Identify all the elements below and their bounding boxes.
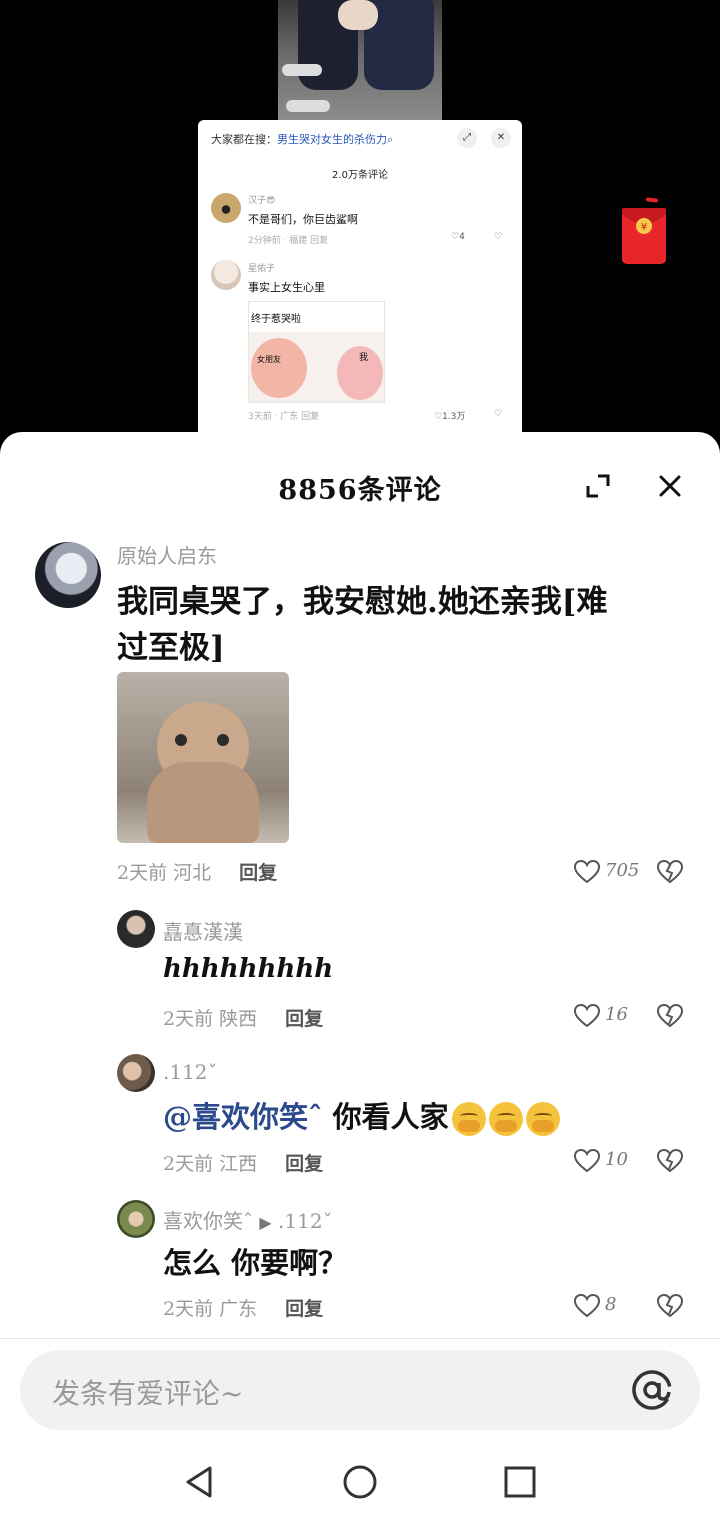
comment-meta: 2天前 江西 回复: [163, 1153, 324, 1175]
heart-icon[interactable]: [574, 1294, 600, 1318]
comment-username[interactable]: 喜欢你笑ˆ ▶ .112ˇ: [163, 1205, 333, 1234]
avatar[interactable]: [117, 1200, 155, 1238]
avatar[interactable]: [35, 542, 101, 608]
comment-meta: 2天前 广东 回复: [163, 1298, 324, 1320]
emoji-icon: [488, 1102, 523, 1136]
sticker-image[interactable]: 终于惹哭啦 女朋友 我: [248, 301, 385, 403]
emoji-icon: [451, 1102, 486, 1136]
reply-button[interactable]: 回复: [285, 1298, 323, 1320]
avatar[interactable]: [211, 260, 241, 290]
comment-meta: 2天前 河北 回复: [117, 862, 278, 884]
mini-expand-icon[interactable]: ⤢: [457, 128, 477, 148]
avatar[interactable]: [117, 910, 155, 948]
comment-text: @喜欢你笑ˆ 你看人家: [163, 1094, 560, 1136]
comment-text: 过至极]: [117, 630, 225, 666]
like-count: 10: [605, 1149, 628, 1170]
emoji-icon: [525, 1102, 560, 1136]
divider: [0, 1338, 720, 1339]
sticker-label-left: 女朋友: [257, 355, 281, 364]
mini-like-button[interactable]: ♡1.3万: [434, 409, 465, 422]
comment-username[interactable]: .112ˇ: [163, 1060, 218, 1084]
reply-button[interactable]: 回复: [285, 1008, 323, 1030]
mini-comment-text: 不是哥们，你巨齿鲨啊: [248, 213, 358, 226]
heart-icon: ♡: [434, 412, 443, 422]
embedded-comment-card[interactable]: 大家都在搜：男生哭对女生的杀伤力⌕ ⤢ ✕ 2.0万条评论 汉子😎 不是哥们，你…: [198, 120, 522, 438]
mini-like-button[interactable]: ♡4: [451, 232, 465, 242]
mini-dislike-icon[interactable]: ♡: [494, 232, 502, 242]
svg-text:¥: ¥: [641, 222, 647, 233]
search-suggestion[interactable]: 大家都在搜：男生哭对女生的杀伤力⌕: [211, 131, 393, 147]
comment-input-placeholder: 发条有爱评论~: [52, 1377, 244, 1410]
broken-heart-icon[interactable]: [657, 1149, 683, 1173]
comment-input[interactable]: 发条有爱评论~: [20, 1350, 700, 1430]
recents-nav-icon[interactable]: [500, 1462, 540, 1502]
heart-icon: ♡: [451, 232, 460, 242]
broken-heart-icon[interactable]: [657, 1004, 683, 1028]
heart-icon[interactable]: [574, 1004, 600, 1028]
reply-button[interactable]: 回复: [285, 1153, 323, 1175]
comment-text: 我同桌哭了，我安慰她.她还亲我[难: [117, 584, 608, 620]
sticker-caption: 终于惹哭啦: [251, 314, 301, 325]
close-icon[interactable]: [656, 472, 684, 500]
heart-icon[interactable]: [574, 860, 600, 884]
search-icon: ⌕: [387, 133, 394, 146]
sticker-label-right: 我: [359, 353, 369, 363]
expand-icon[interactable]: [584, 472, 612, 500]
comment-image[interactable]: [117, 672, 289, 843]
mini-comment-text: 事实上女生心里: [248, 281, 325, 294]
like-count: 8: [605, 1294, 617, 1315]
at-mention-icon[interactable]: [630, 1368, 674, 1412]
mention-link[interactable]: @喜欢你笑ˆ: [163, 1100, 323, 1134]
avatar[interactable]: [117, 1054, 155, 1092]
mini-comment-meta: 2分钟前 · 福建 回复: [248, 236, 329, 246]
like-count: 705: [605, 860, 640, 881]
reply-button[interactable]: 回复: [239, 862, 277, 884]
mini-username[interactable]: 星佑子: [248, 261, 275, 274]
mini-close-icon[interactable]: ✕: [491, 128, 511, 148]
mini-username[interactable]: 汉子😎: [248, 193, 275, 206]
mini-dislike-icon[interactable]: ♡: [494, 409, 502, 419]
mini-comment-count: 2.0万条评论: [332, 170, 388, 181]
comment-username[interactable]: 原始人启东: [117, 540, 217, 569]
mini-comment-meta: 3天前 · 广东 回复: [248, 412, 320, 422]
broken-heart-icon[interactable]: [657, 860, 683, 884]
comment-sheet: 8856条评论 原始人启东 我同桌哭了，我安慰她.她还亲我[难 过至极] 2天前…: [0, 432, 720, 1520]
like-count: 16: [605, 1004, 628, 1025]
video-frame[interactable]: [278, 0, 442, 122]
heart-icon[interactable]: [574, 1149, 600, 1173]
comment-username[interactable]: 嚞惪漢漢: [163, 916, 243, 945]
red-packet-icon[interactable]: ¥: [620, 196, 670, 266]
home-nav-icon[interactable]: [340, 1462, 380, 1502]
comment-meta: 2天前 陕西 回复: [163, 1008, 324, 1030]
avatar[interactable]: [211, 193, 241, 223]
comment-text: 怎么 你要啊？: [163, 1246, 348, 1280]
comment-count-title: 8856条评论: [278, 475, 442, 506]
comment-text: hhhhhhhhh: [163, 954, 334, 984]
reply-arrow-icon: ▶: [259, 1213, 272, 1232]
back-nav-icon[interactable]: [180, 1462, 220, 1502]
broken-heart-icon[interactable]: [657, 1294, 683, 1318]
